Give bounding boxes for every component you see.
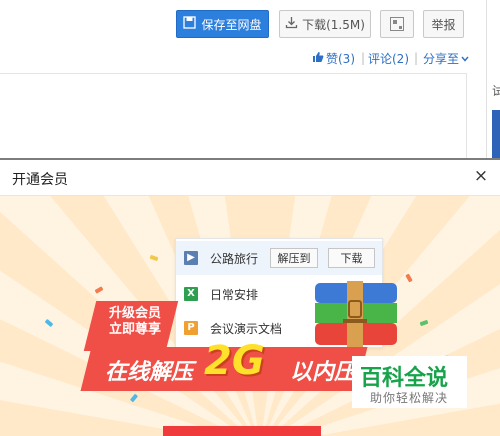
promo-line: 升级会员 xyxy=(108,306,161,321)
sidebar-divider xyxy=(486,0,487,163)
ppt-file-icon: P xyxy=(184,321,198,335)
confetti xyxy=(44,318,54,328)
comment-label: 评论(2) xyxy=(368,51,409,66)
divider: | xyxy=(414,51,419,65)
extract-button[interactable]: 解压到 xyxy=(270,248,318,268)
download-label: 下载(1.5M) xyxy=(302,17,365,32)
watermark-title: 百科全说 xyxy=(360,366,449,391)
modal-title: 开通会员 xyxy=(12,172,68,188)
excel-file-icon: X xyxy=(184,287,198,301)
thumbs-up-icon xyxy=(312,51,324,66)
like-label: 赞(3) xyxy=(326,51,355,66)
content-border xyxy=(466,73,467,163)
confetti xyxy=(129,393,139,403)
archive-icon xyxy=(313,281,399,347)
sidebar-text: 试 xyxy=(492,84,500,98)
confetti xyxy=(149,254,159,262)
report-label: 举报 xyxy=(431,17,456,32)
share-dropdown[interactable]: 分享至 xyxy=(423,50,469,66)
video-file-icon: ▶ xyxy=(184,251,198,265)
promo-upgrade-text: 升级会员 立即尊享 xyxy=(97,306,173,338)
download-icon xyxy=(285,16,298,32)
confetti xyxy=(94,286,104,294)
qr-code-button[interactable] xyxy=(380,10,414,38)
open-vip-button[interactable] xyxy=(163,426,321,436)
close-icon[interactable]: × xyxy=(472,166,490,186)
confetti xyxy=(405,273,413,283)
file-name: 日常安排 xyxy=(210,287,259,302)
chevron-down-icon xyxy=(461,51,469,65)
modal-header xyxy=(0,160,500,196)
share-label: 分享至 xyxy=(423,51,460,66)
comment-link[interactable]: 评论(2) xyxy=(368,50,409,66)
like-link[interactable]: 赞(3) xyxy=(312,50,355,66)
promo-line: 立即尊享 xyxy=(108,322,161,337)
save-icon xyxy=(183,16,197,32)
confetti xyxy=(419,319,429,327)
qr-code-icon xyxy=(390,17,404,31)
promo-headline-left: 在线解压 xyxy=(105,360,194,385)
file-name: 公路旅行 xyxy=(210,251,259,266)
sidebar-thumbnail[interactable] xyxy=(492,110,500,160)
file-download-button[interactable]: 下载 xyxy=(328,248,375,268)
promo-headline-size: 2G xyxy=(204,338,265,384)
save-to-netdisk-button[interactable]: 保存至网盘 xyxy=(176,10,269,38)
file-name: 会议演示文档 xyxy=(210,321,283,336)
download-button[interactable]: 下载(1.5M) xyxy=(279,10,371,38)
content-border xyxy=(0,73,466,74)
watermark-subtitle: 助你轻松解决 xyxy=(370,391,449,405)
save-label: 保存至网盘 xyxy=(201,17,262,32)
report-button[interactable]: 举报 xyxy=(423,10,464,38)
file-row[interactable]: ▶ 公路旅行 解压到 下载 xyxy=(176,241,382,275)
